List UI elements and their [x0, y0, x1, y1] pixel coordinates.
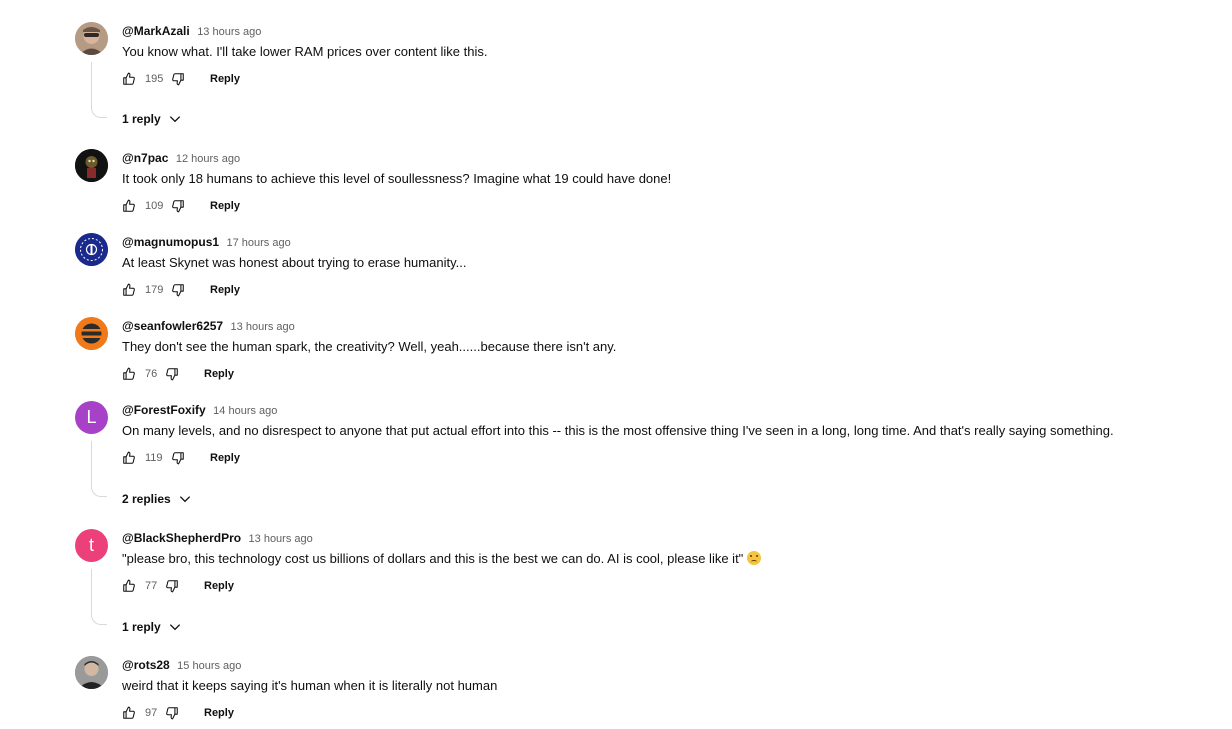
- comment-actions: 77 Reply: [122, 576, 234, 596]
- dark-character-avatar-icon: [75, 149, 108, 182]
- comment-text: On many levels, and no disrespect to any…: [122, 423, 1114, 438]
- comment-timestamp[interactable]: 13 hours ago: [249, 533, 313, 545]
- chevron-down-icon: [179, 496, 190, 503]
- comment-author[interactable]: @BlackShepherdPro: [122, 531, 241, 545]
- crying-face-emoji-icon: [747, 551, 762, 565]
- reply-button[interactable]: Reply: [210, 73, 240, 85]
- orange-stripes-logo-icon: [75, 317, 108, 350]
- comment-text: You know what. I'll take lower RAM price…: [122, 44, 488, 59]
- reply-button[interactable]: Reply: [210, 452, 240, 464]
- thumb-up-icon[interactable]: [122, 578, 136, 594]
- like-count: 179: [145, 284, 164, 296]
- comment-author[interactable]: @MarkAzali: [122, 24, 190, 38]
- thumb-up-icon[interactable]: [122, 450, 136, 466]
- comment-actions: 76 Reply: [122, 364, 234, 384]
- comment-timestamp[interactable]: 13 hours ago: [231, 321, 295, 333]
- magnum-opus-logo-icon: [75, 233, 108, 266]
- comment-body: @rots28 15 hours ago weird that it keeps…: [122, 656, 1195, 720]
- like-count: 97: [145, 707, 158, 719]
- comment-timestamp[interactable]: 13 hours ago: [197, 26, 261, 38]
- like-count: 195: [145, 73, 164, 85]
- thumb-down-icon[interactable]: [171, 450, 185, 466]
- comment-author[interactable]: @seanfowler6257: [122, 319, 223, 333]
- user-photo-glasses-icon: [75, 22, 108, 55]
- comment-actions: 195 Reply: [122, 69, 240, 89]
- comment-actions: 179 Reply: [122, 280, 240, 300]
- comment-text-line: "please bro, this technology cost us bil…: [122, 550, 1195, 568]
- avatar-letter: L: [86, 407, 97, 427]
- like-count: 109: [145, 200, 164, 212]
- reply-button[interactable]: Reply: [210, 200, 240, 212]
- comment-body: @magnumopus1 17 hours ago At least Skyne…: [122, 233, 1195, 297]
- comment-actions: 119 Reply: [122, 448, 240, 468]
- comment-actions: 109 Reply: [122, 196, 240, 216]
- comment-body: @ForestFoxify 14 hours ago On many level…: [122, 401, 1195, 465]
- reply-button[interactable]: Reply: [210, 284, 240, 296]
- comment-body: @BlackShepherdPro 13 hours ago "please b…: [122, 529, 1195, 593]
- thumb-down-icon[interactable]: [165, 366, 179, 382]
- view-replies-button[interactable]: 1 reply: [122, 109, 182, 129]
- view-replies-button[interactable]: 1 reply: [122, 617, 182, 637]
- avatar[interactable]: L: [75, 401, 108, 434]
- view-replies-button[interactable]: 2 replies: [122, 489, 192, 509]
- comment-body: @MarkAzali 13 hours ago You know what. I…: [122, 22, 1195, 86]
- thread-connector: [91, 62, 107, 118]
- user-photo-man-icon: [75, 656, 108, 689]
- thumb-down-icon[interactable]: [171, 71, 185, 87]
- thumb-up-icon[interactable]: [122, 366, 136, 382]
- comment-actions: 97 Reply: [122, 703, 234, 723]
- thumb-up-icon[interactable]: [122, 198, 136, 214]
- comment-author[interactable]: @n7pac: [122, 151, 168, 165]
- comment-text: weird that it keeps saying it's human wh…: [122, 678, 498, 693]
- reply-button[interactable]: Reply: [204, 707, 234, 719]
- comment-timestamp[interactable]: 14 hours ago: [213, 405, 277, 417]
- comment-text: They don't see the human spark, the crea…: [122, 339, 617, 354]
- thumb-up-icon[interactable]: [122, 71, 136, 87]
- comment-text: "please bro, this technology cost us bil…: [122, 551, 744, 566]
- like-count: 76: [145, 368, 158, 380]
- replies-count-label: 1 reply: [122, 112, 161, 126]
- comment-body: @seanfowler6257 13 hours ago They don't …: [122, 317, 1195, 381]
- like-count: 119: [145, 452, 163, 464]
- comment-timestamp[interactable]: 12 hours ago: [176, 153, 240, 165]
- chevron-down-icon: [169, 116, 180, 123]
- avatar-letter: t: [88, 535, 94, 555]
- avatar[interactable]: [75, 149, 108, 182]
- like-count: 77: [145, 580, 158, 592]
- avatar[interactable]: t: [75, 529, 108, 562]
- thread-connector: [91, 441, 107, 497]
- replies-count-label: 2 replies: [122, 492, 171, 506]
- thumb-up-icon[interactable]: [122, 282, 136, 298]
- thumb-down-icon[interactable]: [171, 282, 185, 298]
- replies-count-label: 1 reply: [122, 620, 161, 634]
- avatar[interactable]: [75, 656, 108, 689]
- comment-author[interactable]: @magnumopus1: [122, 235, 219, 249]
- thumb-down-icon[interactable]: [165, 705, 179, 721]
- comment-text: At least Skynet was honest about trying …: [122, 255, 467, 270]
- thumb-down-icon[interactable]: [171, 198, 185, 214]
- comment-body: @n7pac 12 hours ago It took only 18 huma…: [122, 149, 1195, 213]
- comment-timestamp[interactable]: 17 hours ago: [227, 237, 291, 249]
- avatar[interactable]: [75, 317, 108, 350]
- chevron-down-icon: [169, 624, 180, 631]
- avatar[interactable]: [75, 22, 108, 55]
- thread-connector: [91, 569, 107, 625]
- comment-author[interactable]: @ForestFoxify: [122, 403, 206, 417]
- avatar[interactable]: [75, 233, 108, 266]
- comment-timestamp[interactable]: 15 hours ago: [177, 660, 241, 672]
- reply-button[interactable]: Reply: [204, 368, 234, 380]
- comment-text: It took only 18 humans to achieve this l…: [122, 171, 672, 186]
- thumb-up-icon[interactable]: [122, 705, 136, 721]
- comment-author[interactable]: @rots28: [122, 658, 170, 672]
- reply-button[interactable]: Reply: [204, 580, 234, 592]
- thumb-down-icon[interactable]: [165, 578, 179, 594]
